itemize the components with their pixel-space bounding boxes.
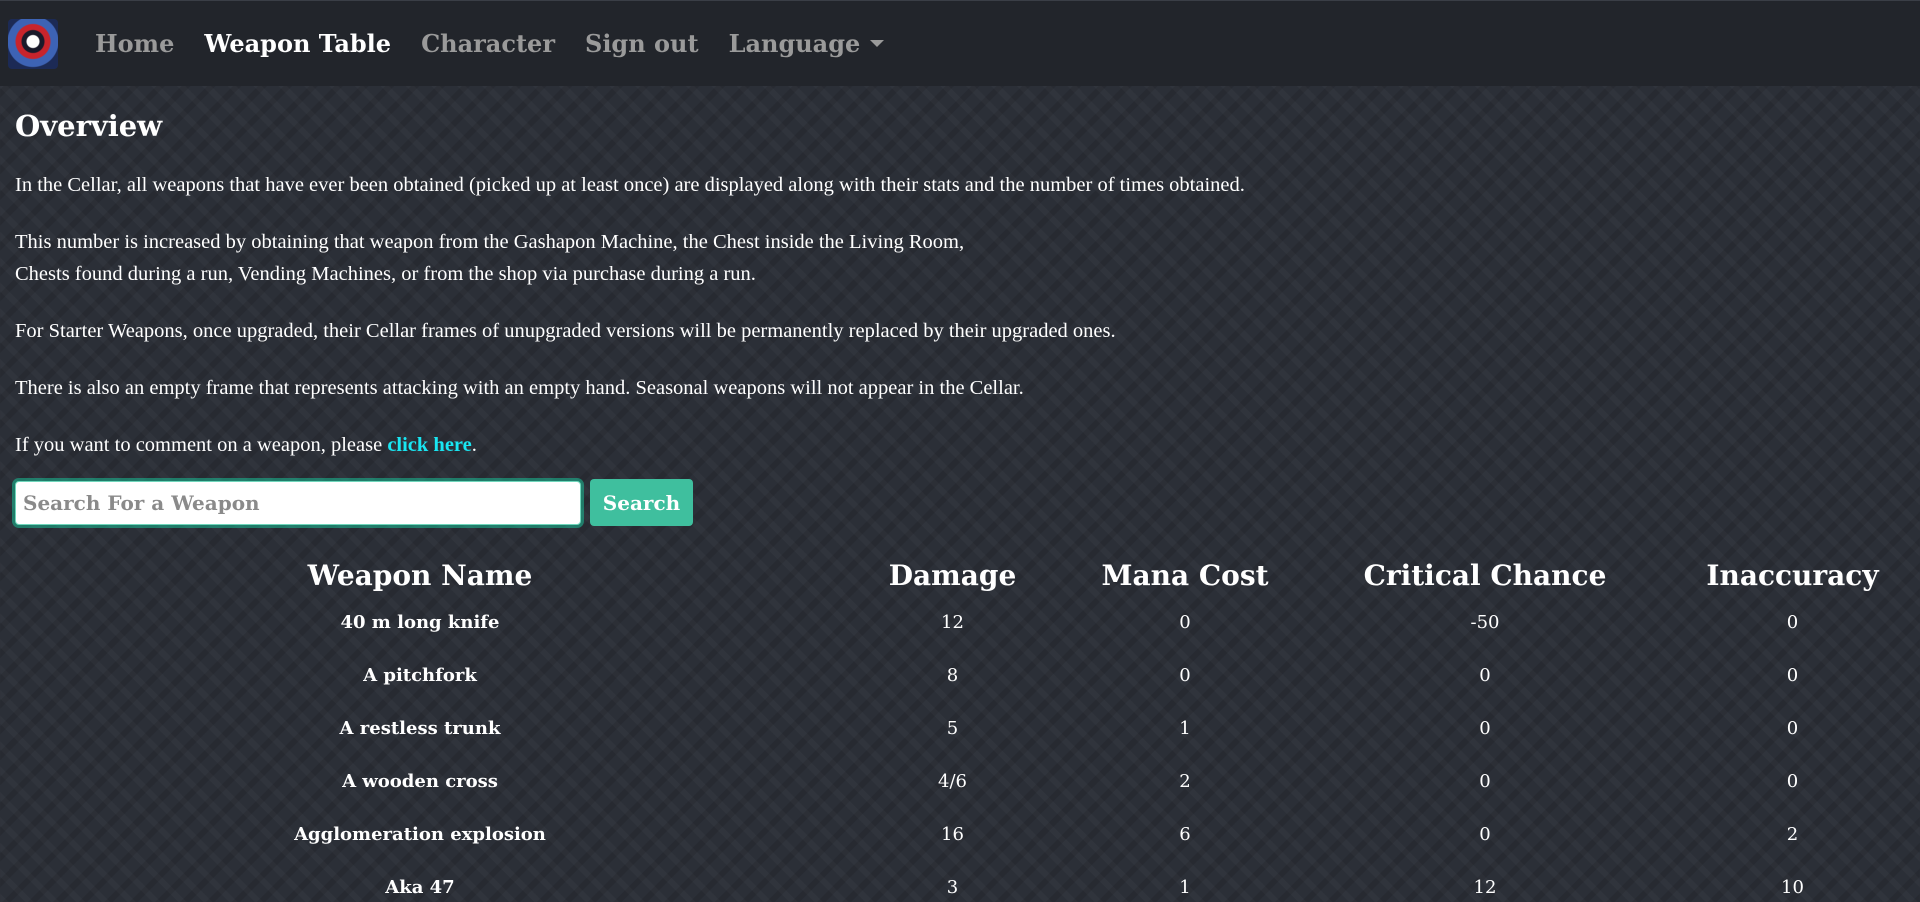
weapon-name-cell: A wooden cross xyxy=(342,771,498,792)
overview-paragraph-1: In the Cellar, all weapons that have eve… xyxy=(15,174,1245,196)
table-row[interactable]: 40 m long knife 12 0 -50 0 xyxy=(15,596,1905,649)
inaccuracy-cell: 0 xyxy=(1786,665,1799,686)
weapon-table: Weapon Name Damage Mana Cost Critical Ch… xyxy=(15,554,1905,902)
mana-cost-cell: 1 xyxy=(1179,718,1191,739)
damage-cell: 8 xyxy=(946,665,959,686)
mana-cost-cell: 1 xyxy=(1179,877,1191,898)
damage-cell: 16 xyxy=(941,824,964,845)
inaccuracy-cell: 0 xyxy=(1786,718,1799,739)
critical-chance-cell: 0 xyxy=(1479,824,1491,845)
search-button[interactable]: Search xyxy=(590,479,693,526)
navbar: Home Weapon Table Character Sign out Lan… xyxy=(0,0,1920,86)
nav-weapon-table[interactable]: Weapon Table xyxy=(204,29,391,58)
inaccuracy-cell: 2 xyxy=(1786,824,1799,845)
table-row[interactable]: A restless trunk 5 1 0 0 xyxy=(15,702,1905,755)
weapon-name-cell: Aka 47 xyxy=(385,877,455,898)
nav-home[interactable]: Home xyxy=(95,29,174,58)
critical-chance-cell: -50 xyxy=(1470,612,1500,633)
header-critical-chance[interactable]: Critical Chance xyxy=(1290,554,1680,596)
search-input[interactable] xyxy=(15,480,581,525)
table-row[interactable]: Aka 47 3 1 12 10 xyxy=(15,861,1905,902)
critical-chance-cell: 12 xyxy=(1473,877,1497,898)
header-inaccuracy[interactable]: Inaccuracy xyxy=(1680,554,1905,596)
damage-cell: 3 xyxy=(946,877,959,898)
table-row[interactable]: Agglomeration explosion 16 6 0 2 xyxy=(15,808,1905,861)
nav-language-dropdown[interactable]: Language xyxy=(729,29,885,58)
overview-paragraph-2-line-2: Chests found during a run, Vending Machi… xyxy=(15,263,756,285)
comment-link[interactable]: click here xyxy=(387,434,471,456)
nav-sign-out[interactable]: Sign out xyxy=(585,29,699,58)
nav-character[interactable]: Character xyxy=(421,29,555,58)
inaccuracy-cell: 0 xyxy=(1786,612,1799,633)
overview-paragraph-2: This number is increased by obtaining th… xyxy=(15,226,1905,290)
critical-chance-cell: 0 xyxy=(1479,718,1491,739)
weapon-name-cell: A pitchfork xyxy=(363,665,477,686)
mana-cost-cell: 0 xyxy=(1179,665,1191,686)
overview-paragraph-2-line-1: This number is increased by obtaining th… xyxy=(15,231,965,253)
table-header-row: Weapon Name Damage Mana Cost Critical Ch… xyxy=(15,554,1905,596)
table-row[interactable]: A wooden cross 4/6 2 0 0 xyxy=(15,755,1905,808)
header-damage[interactable]: Damage xyxy=(825,554,1080,596)
damage-cell: 4/6 xyxy=(938,771,967,792)
critical-chance-cell: 0 xyxy=(1479,665,1491,686)
header-mana-cost[interactable]: Mana Cost xyxy=(1080,554,1290,596)
comment-prompt-text: If you want to comment on a weapon, plea… xyxy=(15,434,388,456)
damage-cell: 12 xyxy=(941,612,964,633)
mana-cost-cell: 0 xyxy=(1179,612,1191,633)
weapon-name-cell: A restless trunk xyxy=(339,718,501,739)
nav-language-label: Language xyxy=(728,29,861,58)
game-logo-icon[interactable] xyxy=(8,18,58,69)
damage-cell: 5 xyxy=(946,718,959,739)
weapon-name-cell: Agglomeration explosion xyxy=(294,824,546,845)
overview-paragraph-3: For Starter Weapons, once upgraded, thei… xyxy=(15,320,1116,342)
caret-down-icon xyxy=(870,40,885,47)
main-content: Overview In the Cellar, all weapons that… xyxy=(0,109,1920,902)
overview-paragraph-4: There is also an empty frame that repres… xyxy=(15,377,1024,399)
table-row[interactable]: A pitchfork 8 0 0 0 xyxy=(15,649,1905,702)
overview-paragraph-5: If you want to comment on a weapon, plea… xyxy=(15,429,1905,461)
comment-prompt-end: . xyxy=(471,434,477,456)
mana-cost-cell: 2 xyxy=(1179,771,1191,792)
critical-chance-cell: 0 xyxy=(1479,771,1491,792)
search-bar: Search xyxy=(15,479,1905,526)
inaccuracy-cell: 10 xyxy=(1781,877,1804,898)
inaccuracy-cell: 0 xyxy=(1786,771,1799,792)
page-title: Overview xyxy=(15,109,163,143)
mana-cost-cell: 6 xyxy=(1179,824,1191,845)
header-weapon-name[interactable]: Weapon Name xyxy=(15,554,825,596)
weapon-name-cell: 40 m long knife xyxy=(340,612,500,633)
